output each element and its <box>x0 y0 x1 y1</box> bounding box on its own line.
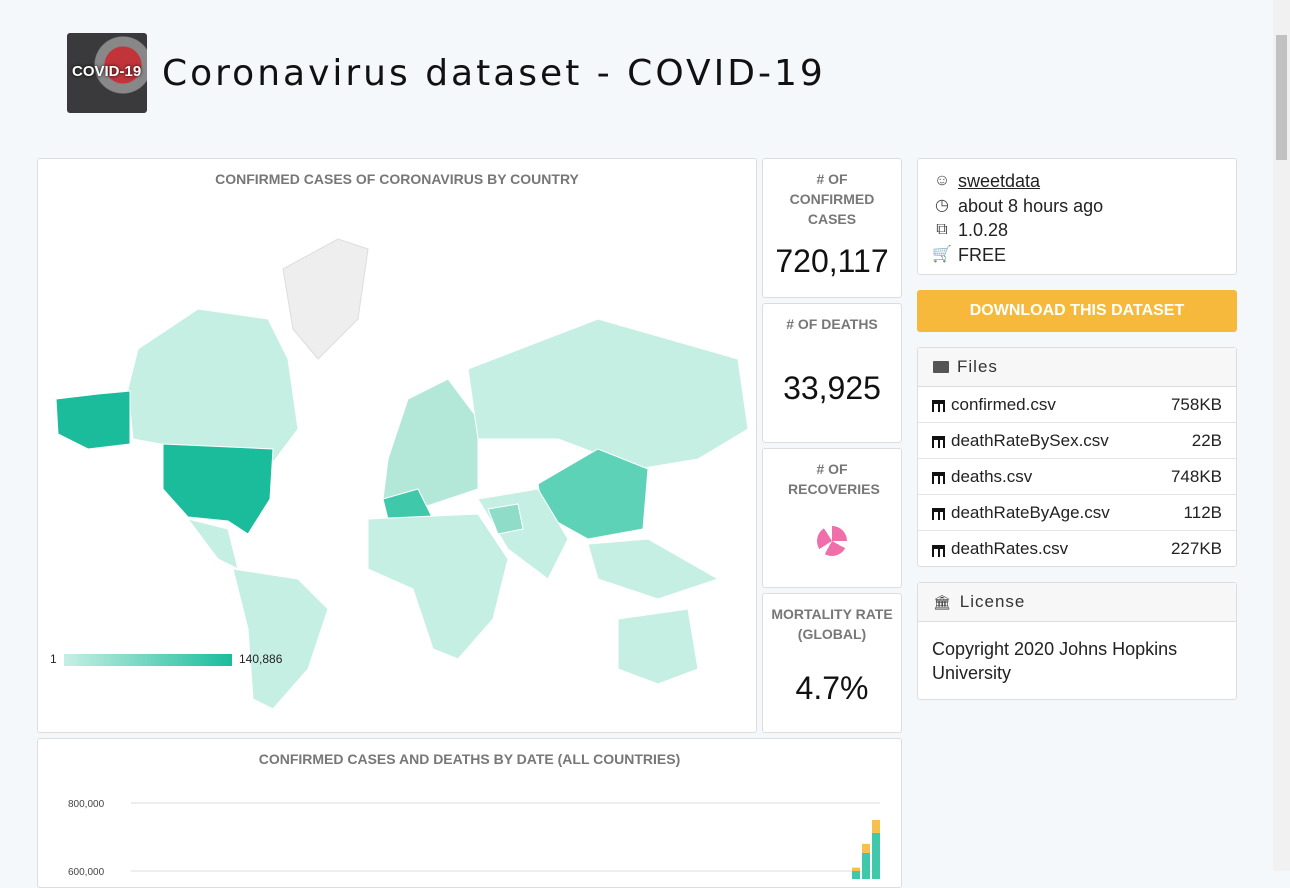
license-panel: 🏛 License Copyright 2020 Johns Hopkins Un… <box>917 582 1237 700</box>
file-name[interactable]: deathRates.csv <box>951 539 1068 559</box>
file-size: 227KB <box>1170 539 1222 558</box>
table-icon <box>932 544 945 557</box>
table-icon <box>932 400 945 412</box>
bar-deaths <box>862 843 870 853</box>
scrollbar[interactable] <box>1273 0 1290 871</box>
map-usa <box>162 443 274 535</box>
stat-confirmed: # OF CONFIRMED CASES 720,117 <box>762 158 902 298</box>
file-name[interactable]: confirmed.csv <box>951 395 1056 415</box>
clock-icon: ◷ <box>935 196 949 214</box>
file-row[interactable]: deathRateBySex.csv 22B <box>918 423 1236 459</box>
page-header: COVID-19 Coronavirus dataset - COVID-19 <box>67 33 826 113</box>
world-map[interactable] <box>38 199 756 719</box>
legend-min: 1 <box>50 652 57 666</box>
map-russia-asia <box>467 318 749 470</box>
license-title: License <box>959 592 1026 611</box>
file-size: 748KB <box>1170 466 1222 486</box>
map-south-america <box>232 568 329 710</box>
map-australia <box>617 608 699 685</box>
license-text: Copyright 2020 Johns Hopkins University <box>932 639 1178 683</box>
dataset-meta: ☺ sweetdata ◷ about 8 hours ago ⧉ 1.0.28 🛒 F… <box>917 158 1237 275</box>
page-title: Coronavirus dataset - COVID-19 <box>162 52 826 94</box>
map-europe <box>382 378 479 510</box>
map-iran <box>487 503 524 535</box>
bar-confirmed <box>862 852 870 879</box>
bank-icon: 🏛 <box>933 593 952 610</box>
cart-icon: 🛒 <box>932 245 952 263</box>
timeline-chart-card: CONFIRMED CASES AND DEATHS BY DATE (ALL … <box>37 738 902 888</box>
bar-confirmed <box>872 832 880 879</box>
bar-deaths <box>872 820 880 833</box>
map-central-america <box>186 518 239 570</box>
map-se-asia <box>587 538 720 600</box>
y-tick-label: 600,000 <box>68 867 105 878</box>
file-row[interactable]: deathRateByAge.csv 112B <box>918 495 1236 531</box>
timeline-chart: 800,000 600,000 <box>68 799 880 879</box>
bar-deaths <box>852 867 860 871</box>
legend-gradient <box>64 654 232 666</box>
map-africa <box>367 513 509 660</box>
table-icon <box>932 508 945 520</box>
table-icon <box>932 436 945 448</box>
y-tick-label: 800,000 <box>68 799 105 810</box>
download-button[interactable]: DOWNLOAD THIS DATASET <box>917 290 1237 332</box>
map-card: CONFIRMED CASES OF CORONAVIRUS BY COUNTR… <box>37 158 757 733</box>
author-link[interactable]: sweetdata <box>958 169 1040 194</box>
map-greenland <box>282 238 369 360</box>
stat-recoveries: # OF RECOVERIES <box>762 448 902 588</box>
price: FREE <box>958 244 1007 265</box>
legend-max: 140,886 <box>239 652 283 666</box>
file-name[interactable]: deaths.csv <box>951 467 1032 487</box>
stat-mortality: MORTALITY RATE (GLOBAL) 4.7% <box>762 593 902 733</box>
stat-deaths: # OF DEATHS 33,925 <box>762 303 902 443</box>
file-row[interactable]: deaths.csv 748KB <box>918 459 1236 495</box>
file-row[interactable]: deathRates.csv 227KB <box>918 531 1236 567</box>
scrollbar-thumb[interactable] <box>1276 35 1287 160</box>
file-size: 22B <box>1191 430 1222 450</box>
file-name[interactable]: deathRateBySex.csv <box>951 431 1109 451</box>
file-size: 758KB <box>1170 394 1222 414</box>
files-title: Files <box>957 357 998 376</box>
version: 1.0.28 <box>958 220 1009 240</box>
map-title: CONFIRMED CASES OF CORONAVIRUS BY COUNTR… <box>215 171 579 187</box>
map-canada <box>127 308 299 470</box>
user-face-icon: ☺ <box>933 172 951 189</box>
versions-icon: ⧉ <box>936 221 948 238</box>
dataset-logo: COVID-19 <box>67 33 147 113</box>
file-size: 112B <box>1183 502 1222 522</box>
loading-spinner-icon <box>817 526 847 556</box>
updated-time: about 8 hours ago <box>958 195 1104 216</box>
bar-confirmed <box>852 871 860 879</box>
folder-icon <box>933 361 949 373</box>
file-row[interactable]: confirmed.csv 758KB <box>918 387 1236 423</box>
file-name[interactable]: deathRateByAge.csv <box>951 503 1110 523</box>
files-panel: Files confirmed.csv 758KB deathRateBySex.c… <box>917 347 1237 567</box>
map-alaska <box>55 390 131 450</box>
table-icon <box>932 472 945 484</box>
